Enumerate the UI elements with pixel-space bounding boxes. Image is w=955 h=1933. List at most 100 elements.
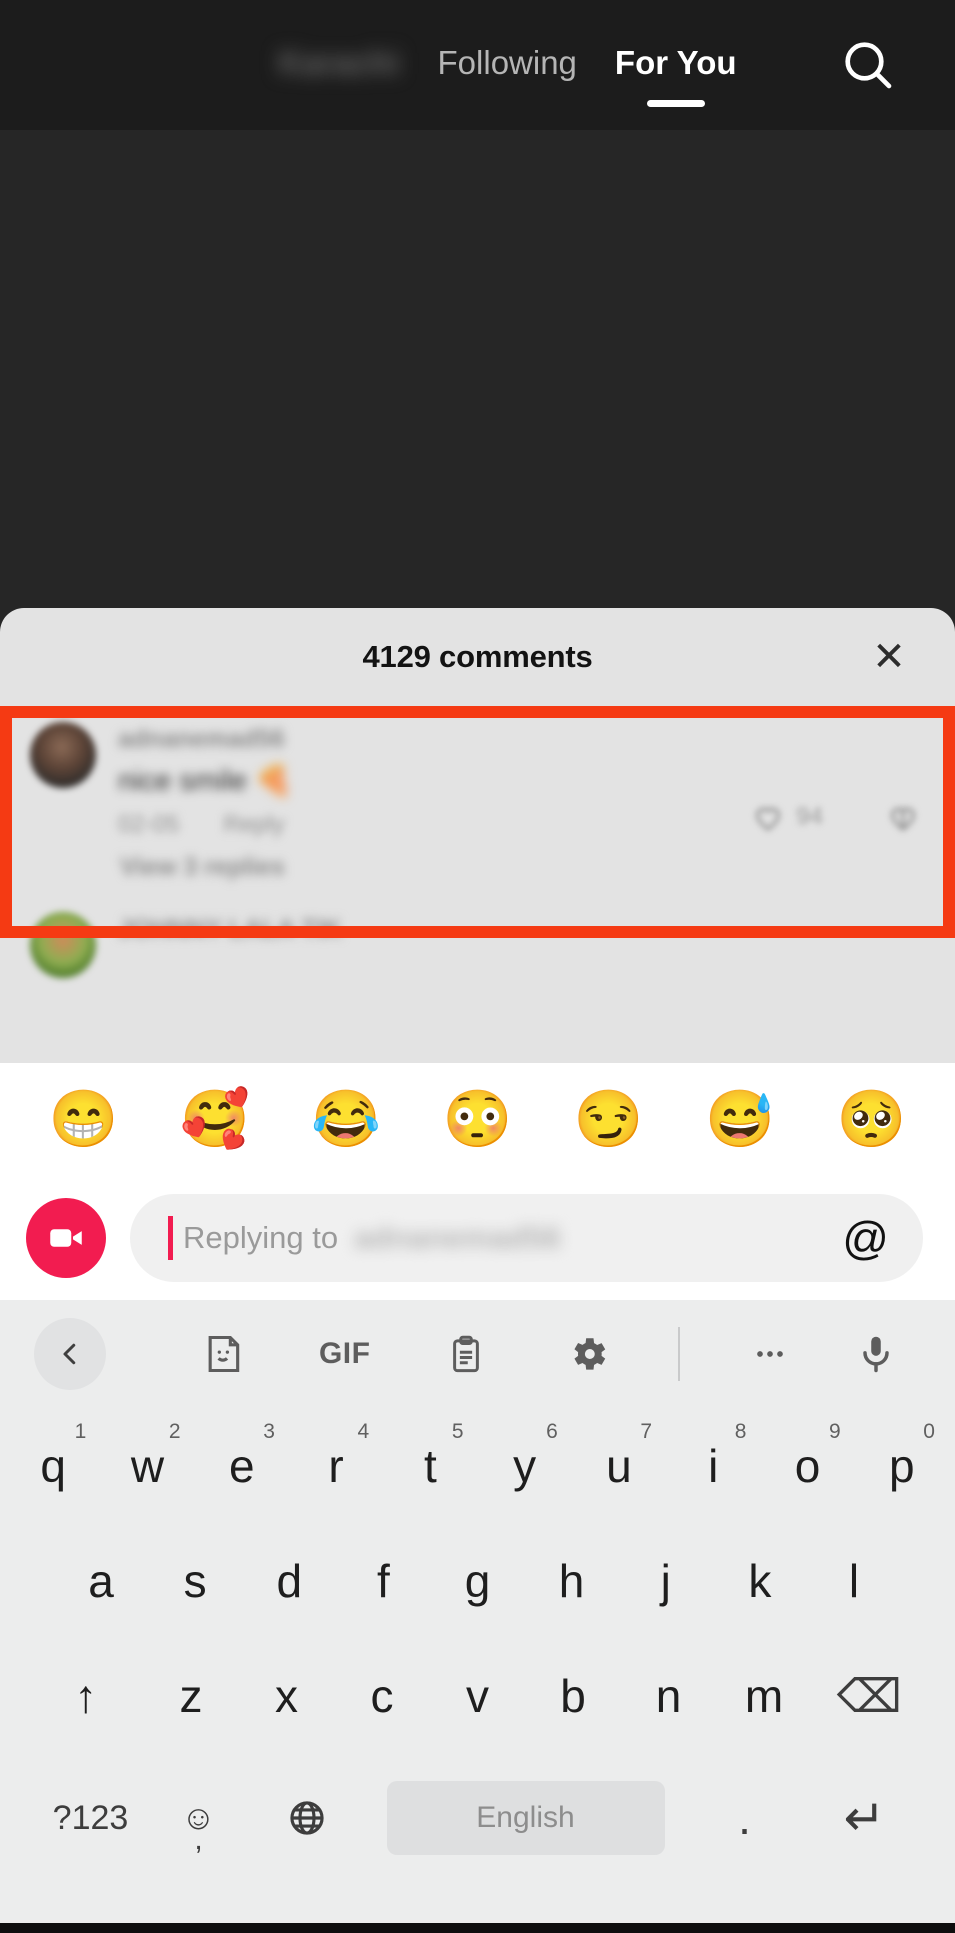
reply-input-bar: Replying to adnanemad56 @: [0, 1175, 955, 1300]
key-u[interactable]: 7u: [572, 1408, 666, 1523]
symbols-key[interactable]: ?123: [31, 1753, 151, 1883]
key-p[interactable]: 0p: [855, 1408, 949, 1523]
key-g[interactable]: g: [430, 1523, 524, 1638]
key-f[interactable]: f: [336, 1523, 430, 1638]
tiktok-app-screen: Karachi Following For You 4129 comments …: [0, 0, 955, 1933]
comments-bottom-sheet: 4129 comments ✕ adnanemad56 nice smile 🍕…: [0, 608, 955, 1063]
key-x[interactable]: x: [239, 1638, 335, 1753]
key-v[interactable]: v: [430, 1638, 526, 1753]
search-icon[interactable]: [837, 34, 899, 96]
key-label: e: [228, 1439, 255, 1492]
comments-count-title: 4129 comments: [362, 639, 593, 674]
comment-text: nice smile 🍕: [118, 764, 927, 799]
face-with-tears-of-joy-emoji[interactable]: 😂: [311, 1091, 381, 1147]
key-h[interactable]: h: [525, 1523, 619, 1638]
period-key[interactable]: .: [685, 1753, 805, 1883]
reply-button[interactable]: Reply: [223, 811, 284, 839]
settings-gear-icon[interactable]: [527, 1332, 649, 1376]
key-k[interactable]: k: [713, 1523, 807, 1638]
smirking-face-emoji[interactable]: 😏: [574, 1091, 644, 1147]
comma-glyph: ,: [194, 1823, 203, 1856]
like-count: 94: [796, 803, 823, 831]
emoji-key-icon[interactable]: ☺ ,: [151, 1753, 247, 1883]
home-indicator-bar: [0, 1923, 955, 1933]
mention-icon[interactable]: @: [842, 1215, 889, 1261]
tab-following[interactable]: Following: [438, 46, 577, 85]
video-reply-icon[interactable]: [26, 1197, 106, 1278]
key-b[interactable]: b: [525, 1638, 621, 1753]
smiling-face-with-hearts-emoji[interactable]: 🥰: [180, 1091, 250, 1147]
broken-heart-icon: [891, 808, 915, 831]
key-sup: 5: [451, 1420, 464, 1443]
key-sup: 1: [74, 1420, 87, 1443]
gif-icon[interactable]: GIF: [284, 1337, 406, 1371]
key-l[interactable]: l: [807, 1523, 901, 1638]
comment-timestamp: 02-05: [118, 811, 180, 839]
key-sup: 8: [734, 1420, 747, 1443]
backspace-icon[interactable]: ⌫: [812, 1638, 927, 1753]
comment-list[interactable]: adnanemad56 nice smile 🍕 02-05 Reply 94 …: [0, 706, 955, 988]
keyboard-row-4: ?123 ☺ , English . ↵: [6, 1753, 949, 1883]
key-m[interactable]: m: [716, 1638, 812, 1753]
comment-body: JOHNNY LALA TIK: [118, 912, 927, 978]
key-label: o: [794, 1439, 821, 1492]
tab-for-you[interactable]: For You: [615, 46, 737, 107]
key-d[interactable]: d: [242, 1523, 336, 1638]
key-n[interactable]: n: [621, 1638, 717, 1753]
sticker-icon[interactable]: [162, 1332, 284, 1376]
key-sup: 4: [357, 1420, 370, 1443]
key-z[interactable]: z: [143, 1638, 239, 1753]
key-j[interactable]: j: [619, 1523, 713, 1638]
more-options-icon[interactable]: [709, 1334, 831, 1374]
key-r[interactable]: 4r: [289, 1408, 383, 1523]
comments-sheet-header: 4129 comments ✕: [0, 608, 955, 706]
key-sup: 0: [923, 1420, 935, 1443]
key-label: y: [513, 1439, 537, 1492]
key-y[interactable]: 6y: [478, 1408, 572, 1523]
comment-input[interactable]: Replying to adnanemad56 @: [130, 1193, 923, 1282]
key-q[interactable]: 1q: [6, 1408, 100, 1523]
view-replies-link[interactable]: View 3 replies: [0, 849, 955, 896]
microphone-icon[interactable]: [831, 1332, 921, 1376]
key-c[interactable]: c: [334, 1638, 430, 1753]
pleading-face-emoji[interactable]: 🥺: [836, 1091, 906, 1147]
key-s[interactable]: s: [148, 1523, 242, 1638]
avatar[interactable]: [30, 912, 96, 979]
key-sup: 9: [829, 1420, 841, 1443]
close-icon[interactable]: ✕: [865, 633, 913, 681]
dislike-button[interactable]: [885, 799, 921, 835]
top-navigation-bar: Karachi Following For You: [0, 0, 955, 130]
globe-icon[interactable]: [247, 1753, 367, 1883]
key-t[interactable]: 5t: [383, 1408, 477, 1523]
video-player-area[interactable]: [0, 130, 955, 610]
key-sup: 7: [640, 1420, 653, 1443]
avatar[interactable]: [30, 722, 96, 788]
grinning-face-emoji[interactable]: 😁: [49, 1091, 119, 1147]
table-row[interactable]: adnanemad56 nice smile 🍕 02-05 Reply 94: [0, 706, 955, 849]
tab-location[interactable]: Karachi: [278, 46, 399, 85]
like-button[interactable]: 94: [750, 799, 823, 835]
spacebar[interactable]: English: [386, 1781, 665, 1855]
key-label: p: [889, 1439, 915, 1492]
key-a[interactable]: a: [54, 1523, 148, 1638]
enter-key[interactable]: ↵: [805, 1753, 925, 1883]
key-i[interactable]: 8i: [666, 1408, 760, 1523]
keyboard-row-3: ↑ z x c v b n m ⌫: [6, 1638, 949, 1753]
keyboard-key-rows: 1q 2w 3e 4r 5t 6y 7u 8i 9o 0p a s d f g …: [0, 1408, 955, 1883]
comment-username[interactable]: JOHNNY LALA TIK: [118, 914, 342, 945]
key-o[interactable]: 9o: [760, 1408, 854, 1523]
clipboard-icon[interactable]: [406, 1333, 528, 1375]
active-tab-underline: [646, 99, 705, 107]
back-chevron-icon[interactable]: [34, 1318, 106, 1390]
reply-placeholder-username: adnanemad56: [354, 1219, 561, 1255]
key-sup: 2: [168, 1420, 181, 1443]
key-e[interactable]: 3e: [195, 1408, 289, 1523]
shift-key[interactable]: ↑: [28, 1638, 143, 1753]
video-camera-icon: [50, 1228, 82, 1247]
grinning-face-with-sweat-emoji[interactable]: 😅: [705, 1091, 775, 1147]
key-w[interactable]: 2w: [100, 1408, 194, 1523]
comment-inline-emoji: 🍕: [254, 765, 293, 799]
comment-username[interactable]: adnanemad56: [118, 724, 285, 755]
table-row[interactable]: JOHNNY LALA TIK: [0, 896, 955, 988]
flushed-face-emoji[interactable]: 😳: [443, 1091, 513, 1147]
